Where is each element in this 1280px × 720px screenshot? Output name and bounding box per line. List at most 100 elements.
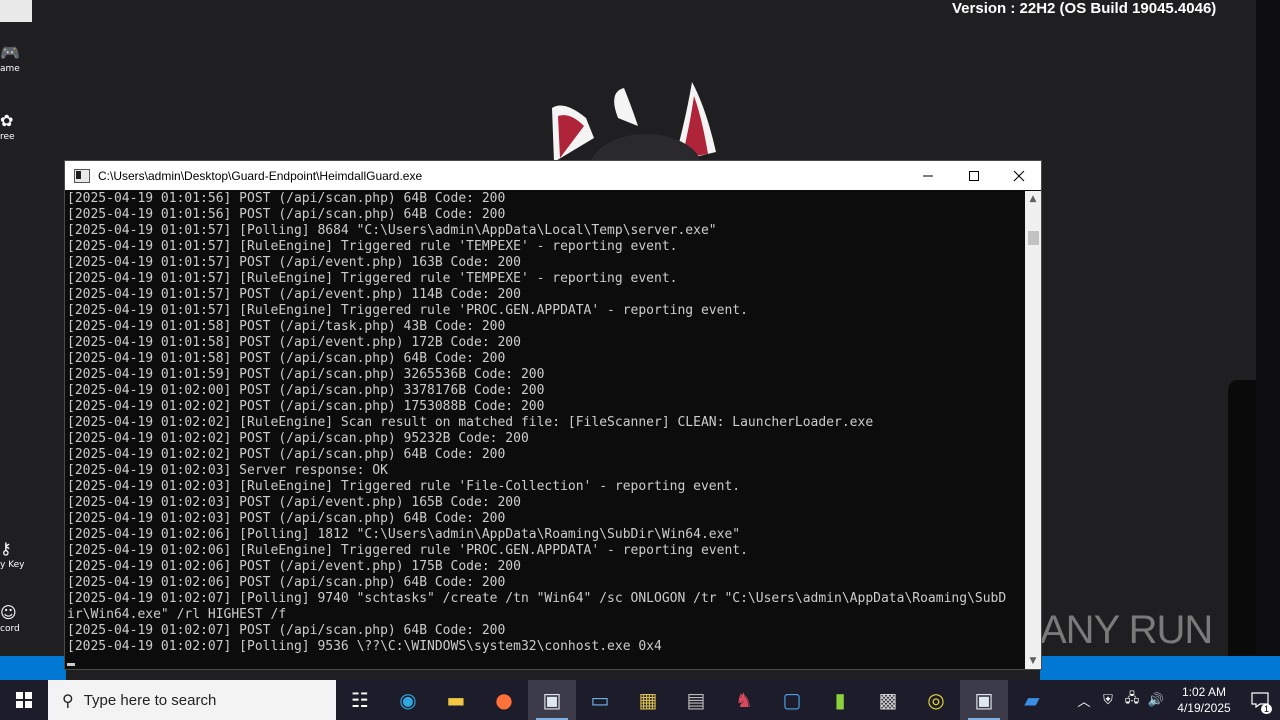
desktop-edge [1256, 0, 1280, 680]
console-line: [2025-04-19 01:01:57] POST (/api/event.p… [67, 287, 521, 302]
console-line: [2025-04-19 01:01:58] POST (/api/task.ph… [67, 319, 506, 334]
close-icon [1013, 170, 1025, 181]
console-line: [2025-04-19 01:01:57] [RuleEngine] Trigg… [67, 239, 678, 254]
office-icon: ▰ [1024, 688, 1040, 712]
close-button[interactable] [996, 161, 1042, 190]
volume-icon[interactable]: 🔊 [1144, 693, 1168, 708]
clock-time: 1:02 AM [1181, 685, 1227, 699]
console-app-icon: ▣ [974, 688, 994, 712]
firefox-icon: ● [495, 688, 513, 712]
taskbar-app-button[interactable]: ▣ [960, 680, 1008, 720]
chip-tool-icon: ▦ [638, 688, 658, 712]
console-line: [2025-04-19 01:02:06] POST (/api/scan.ph… [67, 575, 506, 590]
scroll-thumb[interactable] [1028, 231, 1039, 245]
task-view-icon: ☷ [351, 688, 369, 712]
search-icon: ⚲ [62, 690, 74, 710]
desktop-blue-band [1040, 656, 1280, 680]
desktop-icon-free[interactable]: ✿ ree [0, 111, 22, 143]
console-line: ir\Win64.exe" /rl HIGHEST /f [67, 607, 287, 622]
console-line: [2025-04-19 01:01:57] [RuleEngine] Trigg… [67, 271, 678, 286]
console-line: [2025-04-19 01:01:59] POST (/api/scan.ph… [67, 367, 545, 382]
taskbar-app-button[interactable]: ☷ [336, 680, 384, 720]
console-line: [2025-04-19 01:01:57] [Polling] 8684 "C:… [67, 223, 717, 238]
system-tray: ︿ ⛨ 🖧 🔊 1:02 AM 4/19/2025 1 [1072, 680, 1280, 720]
printer-tool-icon: ▤ [686, 688, 706, 712]
console-line: [2025-04-19 01:02:06] [RuleEngine] Trigg… [67, 543, 748, 558]
window-titlebar[interactable]: C:\Users\admin\Desktop\Guard-Endpoint\He… [65, 161, 1041, 190]
desktop-icon-label: ame [0, 64, 20, 74]
mascot-app-icon: ♞ [735, 688, 753, 712]
console-line: [2025-04-19 01:02:06] [Polling] 1812 "C:… [67, 527, 741, 542]
maximize-button[interactable] [951, 161, 997, 190]
vertical-scrollbar[interactable]: ▲ ▼ [1025, 191, 1041, 669]
console-app-icon [74, 168, 90, 183]
security-tray-icon[interactable]: ⛨ [1096, 693, 1120, 708]
desktop-icon-game[interactable]: 🎮 ame [0, 43, 22, 75]
minimize-button[interactable] [905, 161, 951, 190]
windows-logo-icon [16, 692, 32, 708]
console-line: [2025-04-19 01:02:03] [RuleEngine] Trigg… [67, 479, 741, 494]
console-line: [2025-04-19 01:02:07] [Polling] 9740 "sc… [67, 591, 1007, 606]
notification-count: 1 [1260, 704, 1272, 714]
network-icon[interactable]: 🖧 [1120, 689, 1144, 711]
taskbar-app-button[interactable]: ◉ [384, 680, 432, 720]
console-line: [2025-04-19 01:02:03] POST (/api/scan.ph… [67, 511, 506, 526]
taskbar-clock[interactable]: 1:02 AM 4/19/2025 [1168, 684, 1240, 716]
start-button[interactable] [0, 680, 48, 720]
desktop-icon-label: y Key [0, 560, 25, 570]
desktop-icon-discord[interactable]: ☺ cord [0, 604, 22, 635]
desktop-icon-label: ree [0, 132, 15, 142]
minimize-icon [923, 175, 933, 176]
taskbar-app-button[interactable]: ▢ [768, 680, 816, 720]
desktop-icon-label: cord [0, 624, 20, 634]
console-line: [2025-04-19 01:01:58] POST (/api/event.p… [67, 335, 521, 350]
taskbar-app-button[interactable]: ◎ [912, 680, 960, 720]
console-line: [2025-04-19 01:02:02] POST (/api/scan.ph… [67, 399, 545, 414]
os-version-label: Version : 22H2 (OS Build 19045.4046) [952, 0, 1217, 17]
puzzle-icon: ✿ [0, 111, 14, 130]
taskbar-app-button[interactable]: ▰ [1008, 680, 1056, 720]
taskbar-app-button[interactable]: ▣ [528, 680, 576, 720]
taskbar-app-button[interactable]: ▭ [576, 680, 624, 720]
maximize-icon [969, 170, 979, 181]
console-app-icon: ▣ [542, 688, 562, 712]
console-output[interactable]: [2025-04-19 01:01:56] POST (/api/scan.ph… [66, 191, 1027, 669]
scroll-up-icon[interactable]: ▲ [1025, 191, 1041, 207]
taskbar-app-button[interactable]: ▤ [672, 680, 720, 720]
console-line: [2025-04-19 01:02:06] POST (/api/event.p… [67, 559, 521, 574]
console-window[interactable]: C:\Users\admin\Desktop\Guard-Endpoint\He… [64, 160, 1042, 670]
console-line: [2025-04-19 01:02:00] POST (/api/scan.ph… [67, 383, 545, 398]
taskbar-apps: ☷ ◉ ▬ ● ▣ ▭ ▦ ▤ ♞ ▢ ▮ ▩ ◎ ▣ ▰ [336, 680, 1056, 720]
window-title: C:\Users\admin\Desktop\Guard-Endpoint\He… [98, 168, 423, 183]
console-line: [2025-04-19 01:02:02] [RuleEngine] Scan … [67, 415, 874, 430]
desktop-blue-band [0, 656, 66, 680]
chevron-up-icon[interactable]: ︿ [1072, 691, 1096, 710]
console-line: [2025-04-19 01:01:57] POST (/api/event.p… [67, 255, 521, 270]
gamepad-icon: 🎮 [0, 43, 20, 62]
desktop-icon-key[interactable]: ⚷ y Key [0, 539, 25, 571]
edge-icon: ◉ [399, 688, 417, 712]
taskbar-app-button[interactable]: ▩ [864, 680, 912, 720]
remote-desktop-icon: ▭ [590, 688, 610, 712]
yellow-disc-icon: ◎ [927, 688, 945, 712]
console-line: [2025-04-19 01:01:58] POST (/api/scan.ph… [67, 351, 506, 366]
console-line: [2025-04-19 01:02:03] POST (/api/event.p… [67, 495, 521, 510]
taskbar-app-button[interactable]: ▮ [816, 680, 864, 720]
console-cursor [67, 663, 75, 666]
taskbar: ⚲ Type here to search ☷ ◉ ▬ ● ▣ ▭ ▦ ▤ ♞ ▢ ▮ ▩ ◎ ▣ ▰ ︿ … [0, 680, 1280, 720]
console-line: [2025-04-19 01:02:03] Server response: O… [67, 463, 388, 478]
taskbar-app-button[interactable]: ♞ [720, 680, 768, 720]
console-line: [2025-04-19 01:02:07] POST (/api/scan.ph… [67, 623, 506, 638]
key-icon: ⚷ [0, 539, 12, 558]
desktop-partial-window [0, 0, 32, 22]
taskbar-search-box[interactable]: ⚲ Type here to search [48, 680, 336, 720]
taskbar-app-button[interactable]: ● [480, 680, 528, 720]
console-line: [2025-04-19 01:02:07] [Polling] 9536 \??… [67, 639, 662, 654]
console-line: [2025-04-19 01:01:57] [RuleEngine] Trigg… [67, 303, 748, 318]
notification-button[interactable]: 1 [1240, 680, 1280, 720]
scroll-down-icon[interactable]: ▼ [1025, 653, 1041, 669]
console-line: [2025-04-19 01:01:56] POST (/api/scan.ph… [67, 207, 506, 222]
taskbar-app-button[interactable]: ▦ [624, 680, 672, 720]
taskbar-app-button[interactable]: ▬ [432, 680, 480, 720]
green-file-icon: ▮ [834, 688, 846, 712]
